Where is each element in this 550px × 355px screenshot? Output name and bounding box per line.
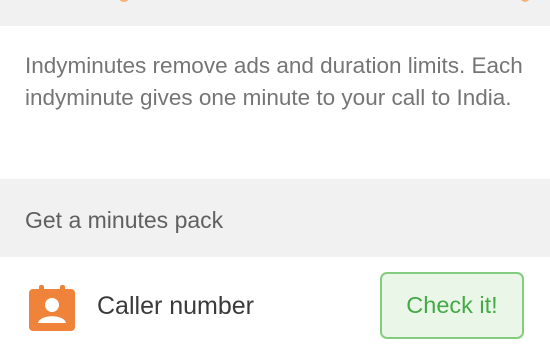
indyminutes-description: Indyminutes remove ads and duration limi… [25, 53, 523, 110]
minutes-pack-header: Get a minutes pack [0, 179, 550, 257]
check-it-button[interactable]: Check it! [380, 272, 524, 339]
top-partial-bar [0, 0, 550, 26]
partial-orange-mark [520, 0, 530, 2]
caller-number-label: Caller number [97, 292, 255, 320]
caller-number-row: Caller number Check it! [0, 257, 550, 355]
partial-orange-mark [118, 0, 130, 2]
section-title: Get a minutes pack [25, 207, 224, 233]
contact-card-icon [29, 285, 75, 331]
screen: Indyminutes remove ads and duration limi… [0, 0, 550, 355]
info-card: Indyminutes remove ads and duration limi… [0, 26, 550, 179]
